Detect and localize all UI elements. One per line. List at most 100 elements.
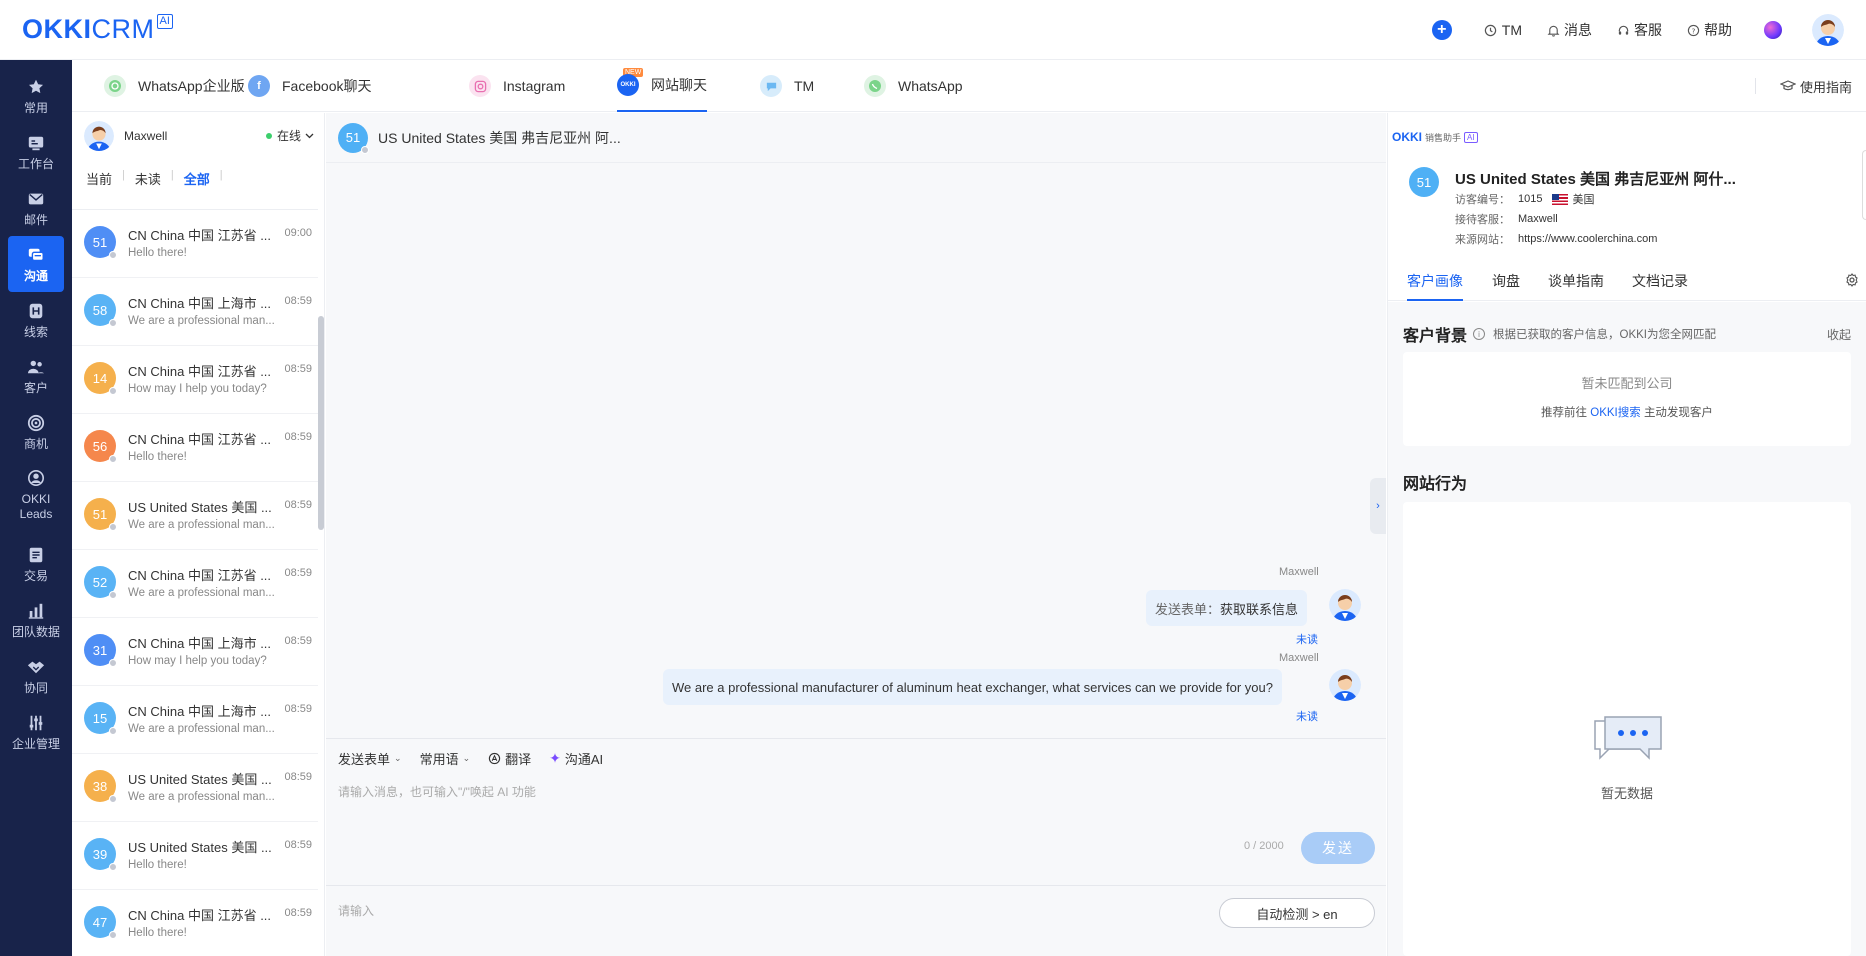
info-icon: i — [1473, 328, 1486, 340]
visitor-title: US United States 美国 弗吉尼亚州 阿什... — [1455, 171, 1736, 188]
source-row: 来源网站： https://www.coolerchina.com — [1455, 231, 1657, 247]
conversation-item[interactable]: 51 CN China 中国 江苏省 ... 09:00 Hello there… — [72, 210, 318, 278]
nav-item-customers[interactable]: 客户 — [0, 348, 72, 404]
message-sender: Maxwell — [1279, 652, 1319, 664]
divider: | — [122, 169, 125, 181]
expand-panel-tab[interactable]: › — [1370, 478, 1386, 534]
nav-label: 工作台 — [17, 156, 54, 171]
help-button[interactable]: ? 帮助 — [1686, 20, 1732, 40]
visitor-id-value: 1015 — [1518, 193, 1543, 205]
conversation-item[interactable]: 31 CN China 中国 上海市 ... 08:59 How may I h… — [72, 618, 318, 686]
send-button[interactable]: 发送 — [1301, 832, 1375, 864]
conversation-title: CN China 中国 上海市 ... — [128, 296, 272, 311]
conversation-list-scrollbar[interactable] — [318, 316, 324, 530]
filter-unread[interactable]: 未读 — [135, 169, 161, 188]
user-avatar[interactable] — [1812, 14, 1844, 46]
section-description: 根据已获取的客户信息，OKKI为您全网匹配 — [1493, 329, 1716, 341]
nav-item-deals[interactable]: 交易 — [0, 536, 72, 592]
conversation-item[interactable]: 56 CN China 中国 江苏省 ... 08:59 Hello there… — [72, 414, 318, 482]
offline-dot — [109, 523, 117, 531]
whatsapp-icon — [864, 75, 886, 97]
conversation-title: CN China 中国 江苏省 ... — [128, 364, 272, 379]
tab-whatsapp[interactable]: WhatsApp — [864, 60, 963, 112]
nav-item-team-data[interactable]: 团队数据 — [0, 592, 72, 648]
support-button[interactable]: 客服 — [1616, 20, 1662, 40]
tab-deal-guide[interactable]: 谈单指南 — [1548, 271, 1604, 301]
conversation-item[interactable]: 39 US United States 美国 ... 08:59 Hello t… — [72, 822, 318, 890]
tab-customer-profile[interactable]: 客户画像 — [1407, 271, 1463, 301]
online-dot — [265, 132, 272, 139]
message-status: 未读 — [1296, 711, 1318, 723]
conversation-item[interactable]: 47 CN China 中国 江苏省 ... 08:59 Hello there… — [72, 890, 318, 956]
conversation-preview: We are a professional man... — [128, 791, 275, 803]
logo-crm: CRM — [91, 14, 155, 44]
filter-current[interactable]: 当前 — [86, 169, 112, 188]
tab-inquiry[interactable]: 询盘 — [1492, 271, 1520, 301]
tab-document-records[interactable]: 文档记录 — [1632, 271, 1688, 301]
visitor-avatar: 31 — [84, 634, 117, 667]
conversation-item[interactable]: 58 CN China 中国 上海市 ... 08:59 We are a pr… — [72, 278, 318, 346]
okki-search-link[interactable]: OKKI搜索 — [1590, 407, 1640, 419]
nav-item-mail[interactable]: 邮件 — [0, 180, 72, 236]
source-value[interactable]: https://www.coolerchina.com — [1518, 233, 1657, 245]
okki-crm-logo[interactable]: OKKI CRM AI — [22, 14, 173, 45]
communicate-ai-button[interactable]: ✦ 沟通AI — [549, 749, 603, 768]
conversation-item[interactable]: 15 CN China 中国 上海市 ... 08:59 We are a pr… — [72, 686, 318, 754]
tab-instagram[interactable]: Instagram NEW — [469, 60, 644, 112]
tab-facebook-chat[interactable]: f Facebook聊天 — [248, 60, 371, 112]
conversation-time: 08:59 — [284, 567, 312, 579]
language-autodetect-button[interactable]: 自动检测 > en — [1219, 898, 1375, 928]
conversation-preview: We are a professional man... — [128, 315, 275, 327]
website-behavior-title: 网站行为 — [1403, 476, 1468, 493]
status-label: 在线 — [276, 129, 301, 143]
nav-item-okki-leads[interactable]: OKKI Leads — [0, 460, 72, 530]
visitor-avatar: 51 — [84, 498, 117, 531]
edge-handle[interactable] — [1862, 150, 1866, 220]
logo-okki: OKKI — [1392, 130, 1422, 144]
conversation-preview: Hello there! — [128, 927, 187, 939]
filter-all[interactable]: 全部 — [184, 169, 210, 188]
tool-label: 翻译 — [505, 752, 532, 767]
tool-label: 发送表单 — [338, 752, 391, 767]
offline-dot — [109, 727, 117, 735]
messages-button[interactable]: 消息 — [1546, 20, 1592, 40]
gear-icon[interactable] — [1845, 273, 1859, 290]
conversation-item[interactable]: 52 CN China 中国 江苏省 ... 08:59 We are a pr… — [72, 550, 318, 618]
usage-guide-button[interactable]: 使用指南 — [1754, 60, 1852, 112]
ai-orb-icon[interactable] — [1764, 21, 1782, 39]
nav-label: 企业管理 — [11, 736, 60, 751]
nav-item-leads[interactable]: 线索 — [0, 292, 72, 348]
collapse-button[interactable]: 收起 — [1827, 326, 1851, 343]
send-form-dropdown[interactable]: 发送表单 ⌄ — [338, 749, 402, 768]
conversation-time: 08:59 — [284, 295, 312, 307]
nav-item-frequent[interactable]: 常用 — [0, 68, 72, 124]
visitor-avatar: 47 — [84, 906, 117, 939]
tab-website-chat[interactable]: OKKI 网站聊天 — [617, 60, 707, 112]
tab-tm[interactable]: TM — [760, 60, 814, 112]
message-input[interactable]: 请输入消息，也可输入"/"唤起 AI 功能 — [338, 783, 536, 800]
help-icon: ? — [1686, 23, 1700, 37]
online-status-dropdown[interactable]: 在线 — [265, 127, 314, 144]
visitor-avatar: 14 — [84, 362, 117, 395]
tab-label: Facebook聊天 — [282, 78, 372, 94]
nav-item-enterprise-admin[interactable]: 企业管理 — [0, 704, 72, 760]
tm-button[interactable]: TM — [1484, 22, 1522, 38]
leads-icon — [26, 301, 46, 321]
nav-item-opportunities[interactable]: 商机 — [0, 404, 72, 460]
conversation-item[interactable]: 38 US United States 美国 ... 08:59 We are … — [72, 754, 318, 822]
nav-item-collaboration[interactable]: 协同 — [0, 648, 72, 704]
conversation-preview: We are a professional man... — [128, 723, 275, 735]
conversation-item[interactable]: 14 CN China 中国 江苏省 ... 08:59 How may I h… — [72, 346, 318, 414]
common-phrases-dropdown[interactable]: 常用语 ⌄ — [420, 749, 471, 768]
nav-item-workbench[interactable]: 工作台 — [0, 124, 72, 180]
conversation-time: 08:59 — [284, 839, 312, 851]
visitor-number: 51 — [92, 506, 108, 522]
translate-button[interactable]: 翻译 — [488, 749, 531, 768]
translation-input[interactable]: 请输入 — [338, 902, 374, 919]
tab-whatsapp-business[interactable]: WhatsApp企业版 — [104, 60, 245, 112]
nav-item-communicate[interactable]: 沟通 — [8, 236, 64, 292]
conversation-item[interactable]: 51 US United States 美国 ... 08:59 We are … — [72, 482, 318, 550]
agent-avatar — [1329, 669, 1361, 701]
create-plus-button[interactable]: + — [1431, 20, 1452, 40]
conversation-time: 08:59 — [284, 907, 312, 919]
